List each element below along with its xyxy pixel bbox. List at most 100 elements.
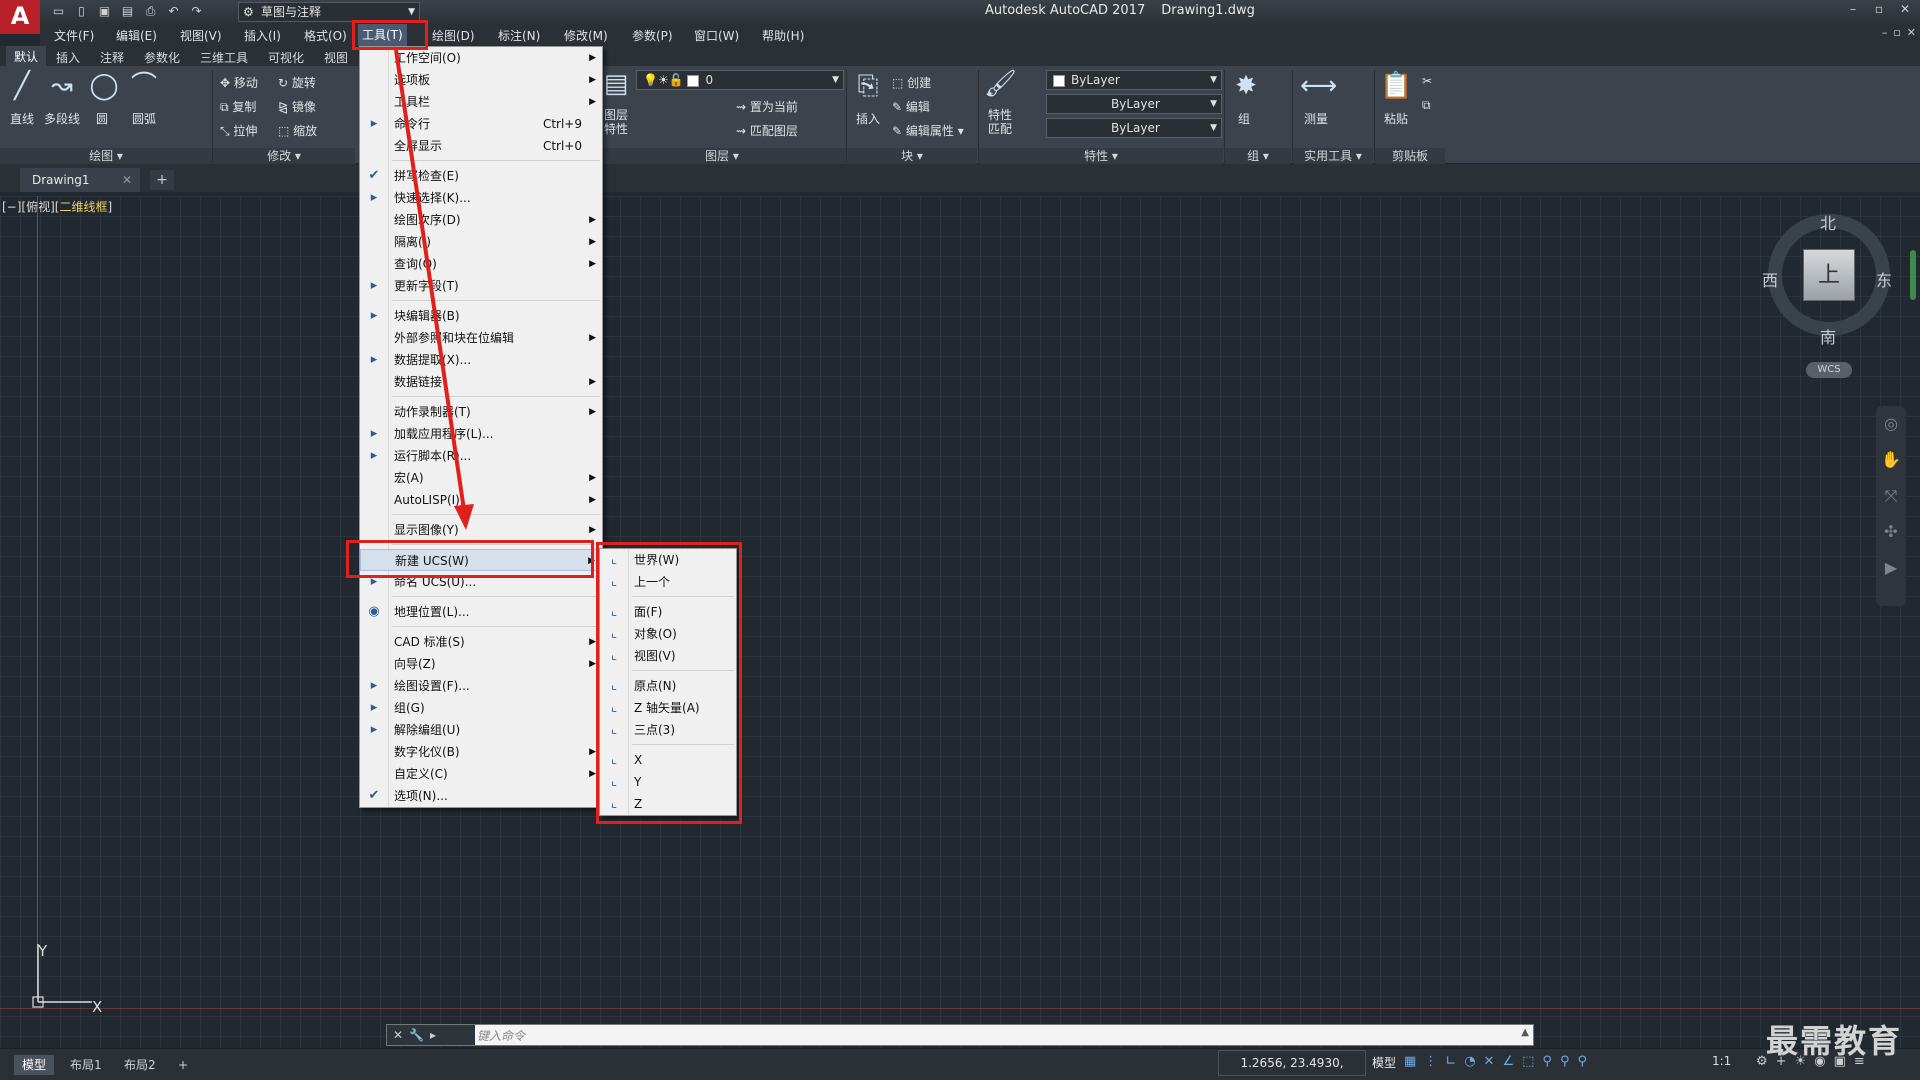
drawing-area[interactable] xyxy=(0,196,1920,1048)
snap-icon[interactable]: ⋮ xyxy=(1424,1054,1437,1069)
menu-item-18[interactable]: 动作录制器(T) ▶ xyxy=(360,401,602,423)
save-as-icon[interactable]: ▤ xyxy=(119,3,136,20)
measure-button[interactable]: 测量 xyxy=(1304,110,1328,127)
command-line[interactable]: ✕🔧▸ 键入命令 ▲ xyxy=(386,1024,1534,1046)
tab-default[interactable]: 默认 xyxy=(6,46,47,66)
draw-panel-title[interactable]: 绘图 ▾ xyxy=(0,148,212,164)
doc-close-button[interactable]: ✕ xyxy=(1907,26,1916,39)
tab-layout2[interactable]: 布局2 xyxy=(116,1055,164,1075)
layer-properties-icon[interactable]: ▤ xyxy=(600,68,632,100)
grid-icon[interactable]: ▦ xyxy=(1404,1054,1416,1069)
tab-insert[interactable]: 插入 xyxy=(56,49,80,66)
modify-panel-title[interactable]: 修改 ▾ xyxy=(213,148,355,164)
copy-clip-icon[interactable]: ⧉ xyxy=(1422,98,1431,113)
menu-item-0[interactable]: 工作空间(O) ▶ xyxy=(360,47,602,69)
menu-edit[interactable]: 编辑(E) xyxy=(116,27,157,44)
menu-dimension[interactable]: 标注(N) xyxy=(498,27,540,44)
doc-restore-button[interactable]: ▫ xyxy=(1893,26,1900,39)
circle-button[interactable]: 圆 xyxy=(96,110,108,127)
menu-file[interactable]: 文件(F) xyxy=(54,27,94,44)
viewcube-top-face[interactable]: 上 xyxy=(1803,249,1855,301)
undo-icon[interactable]: ↶ xyxy=(165,3,182,20)
dynamic-ucs-icon[interactable]: ⬚ xyxy=(1522,1054,1534,1069)
match-layer-button[interactable]: ⇝ 匹配图层 xyxy=(736,122,798,139)
mirror-button[interactable]: ⧎ 镜像 xyxy=(278,98,316,115)
match-properties-button[interactable]: 特性 匹配 xyxy=(988,108,1012,136)
arc-icon[interactable]: ⌒ xyxy=(128,70,160,102)
layer-panel-title[interactable]: 图层 ▾ xyxy=(598,148,846,164)
menu-item-8[interactable]: 绘图次序(D) ▶ xyxy=(360,209,602,231)
auto-scale-icon[interactable]: ⚲ xyxy=(1577,1054,1587,1069)
menu-item-20[interactable]: ▸ 运行脚本(R)... xyxy=(360,445,602,467)
menu-modify[interactable]: 修改(M) xyxy=(564,27,608,44)
menu-item-22[interactable]: AutoLISP(I) ▶ xyxy=(360,489,602,511)
paste-icon[interactable]: 📋 xyxy=(1380,70,1412,102)
menu-item-35[interactable]: ▸ 解除编组(U) xyxy=(360,719,602,741)
zoom-icon[interactable]: ⤧ xyxy=(1876,478,1906,514)
prompt-icon[interactable]: ▸ xyxy=(430,1028,442,1042)
insert-button[interactable]: 插入 xyxy=(856,110,880,127)
compass-north[interactable]: 北 xyxy=(1820,210,1836,234)
edit-attributes-button[interactable]: ✎ 编辑属性 ▾ xyxy=(892,122,964,139)
menu-item-33[interactable]: ▸ 绘图设置(F)... xyxy=(360,675,602,697)
tab-annotate[interactable]: 注释 xyxy=(100,49,124,66)
close-icon[interactable]: ✕ xyxy=(122,168,132,192)
tab-visualize[interactable]: 可视化 xyxy=(268,49,304,66)
menu-item-2[interactable]: 工具栏 ▶ xyxy=(360,91,602,113)
wcs-menu-button[interactable]: WCS xyxy=(1806,362,1852,378)
menu-item-6[interactable]: ✔ 拼写检查(E) xyxy=(360,165,602,187)
rotate-button[interactable]: ↻ 旋转 xyxy=(278,74,316,91)
paste-button[interactable]: 粘贴 xyxy=(1384,110,1408,127)
menu-item-36[interactable]: 数字化仪(B) ▶ xyxy=(360,741,602,763)
compass-east[interactable]: 东 xyxy=(1876,267,1892,291)
workspace-select[interactable]: ⚙ 草图与注释 ▼ xyxy=(238,2,420,22)
annotation-visibility-icon[interactable]: ⚲ xyxy=(1560,1054,1570,1069)
block-panel-title[interactable]: 块 ▾ xyxy=(847,148,977,164)
menu-item-34[interactable]: ▸ 组(G) xyxy=(360,697,602,719)
tab-3d-tools[interactable]: 三维工具 xyxy=(200,49,248,66)
showmotion-icon[interactable]: ▶ xyxy=(1876,550,1906,586)
new-tab-button[interactable]: + xyxy=(150,170,174,190)
menu-insert[interactable]: 插入(I) xyxy=(244,27,281,44)
tab-view[interactable]: 视图 xyxy=(324,49,348,66)
otrack-icon[interactable]: ∠ xyxy=(1502,1054,1514,1069)
menu-item-4[interactable]: 全屏显示 Ctrl+0 xyxy=(360,135,602,157)
wrench-icon[interactable]: 🔧 xyxy=(409,1028,430,1042)
tab-layout1[interactable]: 布局1 xyxy=(62,1055,110,1075)
line-icon[interactable]: ╱ xyxy=(6,70,38,102)
layer-select[interactable]: 💡☀🔓 0 ▼ xyxy=(636,70,844,90)
polar-icon[interactable]: ◔ xyxy=(1464,1054,1475,1069)
polyline-icon[interactable]: ↝ xyxy=(46,70,78,102)
open-file-icon[interactable]: ▯ xyxy=(73,3,90,20)
menu-item-11[interactable]: ▸ 更新字段(T) xyxy=(360,275,602,297)
menu-draw[interactable]: 绘图(D) xyxy=(432,27,475,44)
menu-item-21[interactable]: 宏(A) ▶ xyxy=(360,467,602,489)
close-icon[interactable]: ✕ xyxy=(393,1028,409,1042)
add-layout-button[interactable]: + xyxy=(170,1055,196,1075)
menu-item-24[interactable]: 显示图像(Y) ▶ xyxy=(360,519,602,541)
utilities-panel-title[interactable]: 实用工具 ▾ xyxy=(1293,148,1373,164)
group-panel-title[interactable]: 组 ▾ xyxy=(1225,148,1291,164)
compass-west[interactable]: 西 xyxy=(1762,267,1778,291)
menu-item-9[interactable]: 隔离(I) ▶ xyxy=(360,231,602,253)
print-icon[interactable]: ⎙ xyxy=(142,3,159,20)
create-block-button[interactable]: ⬚ 创建 xyxy=(892,74,931,91)
menu-item-7[interactable]: ▸ 快速选择(K)... xyxy=(360,187,602,209)
circle-icon[interactable]: ◯ xyxy=(88,70,120,102)
line-button[interactable]: 直线 xyxy=(10,110,34,127)
menu-view[interactable]: 视图(V) xyxy=(180,27,222,44)
close-button[interactable]: ✕ xyxy=(1896,0,1914,18)
menu-item-14[interactable]: 外部参照和块在位编辑 ▶ xyxy=(360,327,602,349)
menu-item-37[interactable]: 自定义(C) ▶ xyxy=(360,763,602,785)
cut-icon[interactable]: ✂ xyxy=(1422,74,1432,88)
tab-drawing1[interactable]: Drawing1 ✕ xyxy=(20,168,140,192)
coordinates-display[interactable]: 1.2656, 23.4930, 0.0000 xyxy=(1218,1050,1366,1076)
annotation-scale[interactable]: 1:1 xyxy=(1712,1054,1731,1068)
menu-item-32[interactable]: 向导(Z) ▶ xyxy=(360,653,602,675)
steering-wheel-icon[interactable]: ◎ xyxy=(1876,406,1906,442)
layer-properties-button[interactable]: 图层 特性 xyxy=(604,108,628,136)
stretch-button[interactable]: ⤡ 拉伸 xyxy=(220,122,257,139)
lineweight-select[interactable]: ByLayer ▼ xyxy=(1046,118,1222,138)
polyline-button[interactable]: 多段线 xyxy=(44,110,80,127)
properties-panel-title[interactable]: 特性 ▾ xyxy=(979,148,1223,164)
